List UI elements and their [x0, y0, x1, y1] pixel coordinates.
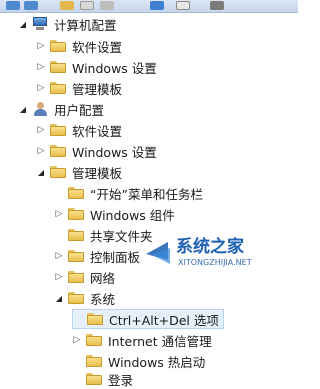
user-icon	[32, 101, 48, 117]
tree-node-label: Internet 通信管理	[108, 333, 212, 349]
tree-node-computer-config[interactable]: ◢ 计算机配置	[18, 14, 117, 34]
folder-icon	[87, 313, 103, 325]
folder-icon	[50, 40, 66, 52]
tree-node-label: Windows 组件	[90, 207, 175, 223]
tree-node-label: 控制面板	[90, 249, 141, 265]
tree-node-control-panel[interactable]: ▷ 控制面板	[54, 246, 140, 266]
folder-icon	[50, 145, 66, 157]
tree-node-label: Windows 设置	[72, 144, 157, 160]
expand-arrow-icon[interactable]: ▷	[36, 124, 46, 136]
back-icon[interactable]	[6, 1, 20, 10]
folder-icon	[68, 187, 84, 199]
folder-icon	[50, 124, 66, 136]
folder-icon	[50, 82, 66, 94]
tree-node-user-config[interactable]: ◢ 用户配置	[18, 99, 104, 119]
show-pane-icon[interactable]	[176, 1, 190, 10]
policy-tree: ◢ 计算机配置 ▷ 软件设置 ▷ Windows 设置 ▷ 管理模板 ◢ 用户配…	[0, 13, 298, 388]
tree-node-label: 系统	[90, 291, 116, 307]
tree-node-label: Windows 热启动	[108, 354, 206, 370]
properties-icon[interactable]	[100, 1, 114, 10]
tree-node-windows-hotstart[interactable]: Windows 热启动	[72, 351, 205, 371]
tree-node-label: 用户配置	[54, 102, 105, 118]
tree-node-computer-admin-templates[interactable]: ▷ 管理模板	[36, 78, 122, 98]
folder-icon	[86, 355, 102, 367]
folder-icon	[68, 271, 84, 283]
folder-icon	[68, 292, 84, 304]
no-arrow	[54, 229, 64, 241]
tree-node-start-menu-taskbar[interactable]: “开始”菜单和任务栏	[54, 183, 203, 203]
tree-node-shared-folders[interactable]: 共享文件夹	[54, 225, 153, 245]
site-watermark: 系统之家 XITONGZHIJIA.NET	[142, 230, 298, 270]
view-icon[interactable]	[80, 1, 94, 10]
expand-arrow-icon[interactable]: ▷	[36, 40, 46, 52]
folder-icon	[50, 166, 66, 178]
no-arrow	[54, 187, 64, 199]
folder-up-icon[interactable]	[60, 1, 74, 10]
expand-arrow-icon[interactable]: ▷	[72, 334, 82, 346]
watermark-logo-icon: 系统之家 XITONGZHIJIA.NET	[146, 236, 252, 267]
collapse-arrow-icon[interactable]: ◢	[18, 18, 28, 30]
collapse-arrow-icon[interactable]: ◢	[54, 292, 64, 304]
filter-icon[interactable]	[210, 1, 224, 10]
expand-arrow-icon[interactable]: ▷	[54, 208, 64, 220]
tree-node-ctrl-alt-del-options[interactable]: Ctrl+Alt+Del 选项	[72, 309, 224, 329]
tree-node-label: “开始”菜单和任务栏	[90, 186, 203, 202]
collapse-arrow-icon[interactable]: ◢	[18, 103, 28, 115]
tree-node-label: 软件设置	[72, 123, 123, 139]
tree-node-computer-windows-settings[interactable]: ▷ Windows 设置	[36, 57, 157, 77]
tree-node-computer-software-settings[interactable]: ▷ 软件设置	[36, 36, 122, 56]
tree-node-system[interactable]: ◢ 系统	[54, 288, 115, 308]
no-arrow	[72, 355, 82, 367]
collapse-arrow-icon[interactable]: ◢	[36, 166, 46, 178]
computer-icon	[32, 17, 48, 31]
folder-icon	[86, 373, 102, 385]
tree-node-label: 管理模板	[72, 165, 123, 181]
watermark-url: XITONGZHIJIA.NET	[178, 258, 252, 267]
folder-icon	[50, 61, 66, 73]
no-arrow	[72, 373, 82, 385]
tree-node-label: Windows 设置	[72, 60, 157, 76]
tree-node-user-windows-settings[interactable]: ▷ Windows 设置	[36, 141, 157, 161]
watermark-brand: 系统之家	[176, 236, 244, 257]
tree-node-windows-components[interactable]: ▷ Windows 组件	[54, 204, 175, 224]
tree-node-label: 计算机配置	[54, 17, 117, 33]
forward-icon[interactable]	[24, 1, 38, 10]
toolbar	[0, 0, 298, 13]
folder-icon	[68, 208, 84, 220]
expand-arrow-icon[interactable]: ▷	[54, 271, 64, 283]
tree-node-user-admin-templates[interactable]: ◢ 管理模板	[36, 162, 122, 182]
expand-arrow-icon[interactable]: ▷	[36, 82, 46, 94]
expand-arrow-icon[interactable]: ▷	[36, 145, 46, 157]
help-icon[interactable]	[150, 1, 164, 10]
folder-icon	[68, 250, 84, 262]
expand-arrow-icon[interactable]: ▷	[54, 250, 64, 262]
tree-node-logon[interactable]: 登录	[72, 369, 133, 389]
tree-node-label: 软件设置	[72, 39, 123, 55]
tree-node-label: 管理模板	[72, 81, 123, 97]
folder-icon	[86, 334, 102, 346]
tree-node-label: Ctrl+Alt+Del 选项	[109, 312, 219, 328]
tree-node-label: 登录	[108, 372, 134, 388]
folder-icon	[68, 229, 84, 241]
no-arrow	[73, 313, 83, 325]
tree-node-network[interactable]: ▷ 网络	[54, 267, 115, 287]
expand-arrow-icon[interactable]: ▷	[36, 61, 46, 73]
tree-node-label: 网络	[90, 270, 116, 286]
tree-node-internet-communication[interactable]: ▷ Internet 通信管理	[72, 330, 212, 350]
tree-node-user-software-settings[interactable]: ▷ 软件设置	[36, 120, 122, 140]
